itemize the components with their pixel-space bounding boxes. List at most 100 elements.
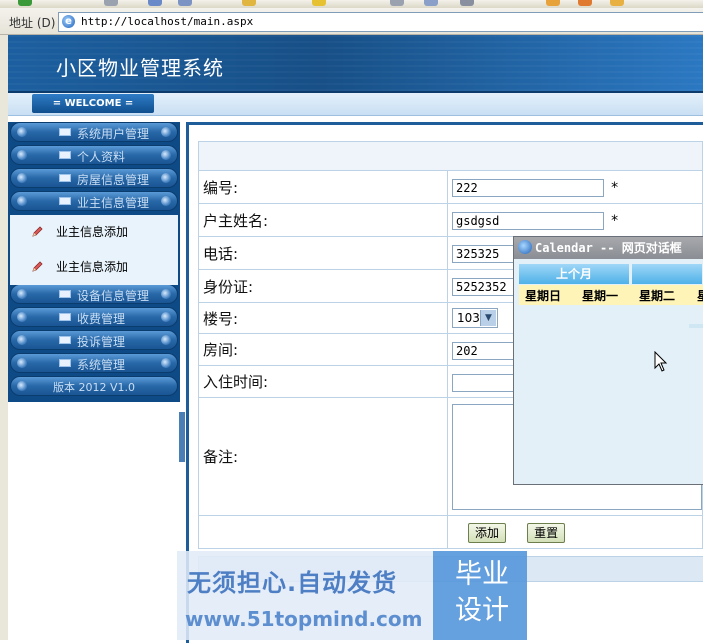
submenu-label: 业主信息添加 [56,225,129,239]
watermark-badge: 毕业设计 [455,559,509,626]
sidebar-item-system[interactable]: 系统管理 [10,353,178,373]
browser-toolbar [0,0,703,8]
calendar-title-bar[interactable]: Calendar -- 网页对话框 [514,237,703,259]
favorites-icon[interactable] [312,0,326,6]
sidebar-item-equipment[interactable]: 设备信息管理 [10,284,178,304]
sidebar-item-fees[interactable]: 收费管理 [10,307,178,327]
form-header-row [198,141,703,171]
sidebar-item-profile[interactable]: 个人资料 [10,145,178,165]
watermark: 无须担心.自动发货 www.51topmind.com 毕业设计 [177,551,527,640]
edit-icon[interactable] [546,0,560,6]
weekday-label: 星期一 [582,289,619,303]
ie-dialog-icon [518,240,532,254]
sidebar-item-label: 设备信息管理 [77,289,150,303]
search-icon[interactable] [242,0,256,6]
watermark-left-panel: 无须担心.自动发货 www.51topmind.com [177,551,433,640]
address-bar: 地址 (D) e http://localhost/main.aspx [0,8,703,35]
knob-icon [17,150,27,160]
envelope-icon [59,128,71,136]
owner-submenu: 业主信息添加 业主信息添加 [10,215,178,285]
url-input[interactable]: e http://localhost/main.aspx [58,12,703,32]
label-checkin: 入住时间: [198,365,448,398]
sidebar-item-label: 系统管理 [77,358,126,372]
prev-month-button[interactable]: 上个月 [519,264,629,284]
knob-icon [17,127,27,137]
watermark-slogan: 无须担心.自动发货 [187,569,398,597]
sidebar-item-label: 投诉管理 [77,335,126,349]
submenu-label: 业主信息添加 [56,260,129,274]
knob-icon [161,358,171,368]
owner-name-input[interactable] [452,212,604,230]
calendar-day-cell[interactable] [689,324,703,328]
reset-button[interactable]: 重置 [527,522,566,543]
knob-icon [161,150,171,160]
refresh-icon[interactable] [148,0,162,6]
sidebar-item-label: 收费管理 [77,312,126,326]
weekday-header: 星期日 星期一 星期二 星 [519,285,703,305]
envelope-icon [59,174,71,182]
knob-icon [161,289,171,299]
next-month-button[interactable] [632,264,702,284]
knob-icon [161,173,171,183]
sidebar-item-complaints[interactable]: 投诉管理 [10,330,178,350]
knob-icon [17,358,27,368]
watermark-badge-panel: 毕业设计 [433,551,527,640]
weekday-label: 星期二 [639,289,676,303]
welcome-strip: = WELCOME = [8,93,703,116]
back-icon[interactable] [18,0,32,6]
weekday-label: 星 [697,287,703,304]
url-text[interactable]: http://localhost/main.aspx [81,15,253,28]
knob-icon [161,127,171,137]
sidebar-version: 版本 2012 V1.0 [10,376,178,396]
history-icon[interactable] [390,0,404,6]
label-phone: 电话: [198,236,448,270]
sidebar-item-label: 业主信息管理 [77,196,150,210]
version-label: 版本 2012 V1.0 [53,381,136,394]
sidebar-item-label: 系统用户管理 [77,127,150,141]
label-room: 房间: [198,333,448,366]
address-label: 地址 (D) [9,16,56,30]
knob-icon [17,196,27,206]
knob-icon [17,289,27,299]
submenu-item-add-owner[interactable]: 业主信息添加 [10,217,178,245]
sidebar-item-owners[interactable]: 业主信息管理 [10,191,178,211]
chevron-down-icon[interactable]: ▼ [480,310,496,327]
knob-icon [161,312,171,322]
knob-icon [17,173,27,183]
required-mark: * [611,180,619,196]
building-select-value: 103 [457,311,480,326]
frame-splitter[interactable] [179,412,185,462]
sidebar-item-housing[interactable]: 房屋信息管理 [10,168,178,188]
envelope-icon [59,336,71,344]
buttons-spacer-cell [198,515,448,549]
building-select[interactable]: 103 ▼ [452,308,498,329]
label-building: 楼号: [198,302,448,334]
header-banner: 小区物业管理系统 [8,35,703,93]
messenger-icon[interactable] [578,0,592,6]
label-id: 编号: [198,170,448,204]
pencil-icon [32,226,43,237]
envelope-icon [59,359,71,367]
sidebar-item-system-users[interactable]: 系统用户管理 [10,122,178,142]
discuss-icon[interactable] [610,0,624,6]
knob-icon [17,335,27,345]
home-icon[interactable] [178,0,192,6]
sidebar-empty-area [8,402,180,640]
sidebar-item-label: 房屋信息管理 [77,173,150,187]
welcome-tab: = WELCOME = [32,94,154,113]
print-icon[interactable] [460,0,474,6]
knob-icon [17,312,27,322]
submenu-item-add-owner-2[interactable]: 业主信息添加 [10,252,178,280]
id-input[interactable] [452,179,604,197]
knob-icon [161,335,171,345]
calendar-title: Calendar -- 网页对话框 [535,241,682,255]
required-mark: * [611,213,619,229]
add-button[interactable]: 添加 [468,522,507,543]
mouse-pointer-icon [654,351,668,372]
watermark-site: www.51topmind.com [185,607,423,631]
label-idcard: 身份证: [198,269,448,303]
stop-icon[interactable] [104,0,118,6]
mail-icon[interactable] [424,0,438,6]
pencil-icon [32,261,43,272]
system-title: 小区物业管理系统 [56,56,224,80]
